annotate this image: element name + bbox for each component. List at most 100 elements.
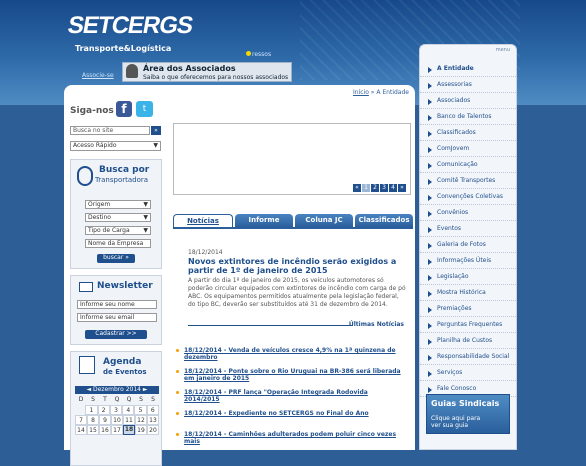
banner-pagination: « 1 2 3 4 » xyxy=(353,184,406,192)
tipo-carga-select[interactable]: Tipo de Carga ▼ xyxy=(85,226,151,235)
sidebar-item-a-entidade[interactable]: A Entidade xyxy=(420,61,516,77)
sidebar-item-planilha[interactable]: Planilha de Custos xyxy=(420,333,516,349)
calendar-day[interactable]: 6 xyxy=(146,405,159,415)
sidebar-menu: menu A Entidade Assessorias Associados B… xyxy=(419,44,517,450)
calendar-day[interactable]: 3 xyxy=(109,405,123,415)
calendar-day[interactable]: 19 xyxy=(135,425,147,435)
ingressos-link[interactable]: ressos xyxy=(246,51,271,58)
agenda-box: Agenda de Eventos ◄ Dezembro 2014 ► DSTQ… xyxy=(70,351,162,466)
pagination-page[interactable]: 2 xyxy=(371,184,379,192)
associe-se-link[interactable]: Associe-se xyxy=(82,72,114,79)
calendar-day[interactable]: 4 xyxy=(122,405,135,415)
sidebar-item-galeria[interactable]: Galeria de Fotos xyxy=(420,237,516,253)
sidebar-item-assessorias[interactable]: Assessorias xyxy=(420,77,516,93)
calendar-day[interactable]: 10 xyxy=(111,415,123,425)
calendar-day xyxy=(75,405,85,415)
destino-select[interactable]: Destino ▼ xyxy=(85,213,151,222)
chevron-down-icon: ▼ xyxy=(143,201,148,208)
quick-access-select[interactable]: Acesso Rápido ▼ xyxy=(70,141,161,151)
calendar-day[interactable]: 11 xyxy=(123,415,135,425)
calendar-day[interactable]: 9 xyxy=(99,415,111,425)
news-item[interactable]: 18/12/2014 - Venda de veículos cresce 4,… xyxy=(175,347,405,368)
empresa-input[interactable]: Nome da Empresa xyxy=(85,239,151,248)
sidebar-item-classificados[interactable]: Classificados xyxy=(420,125,516,141)
search-input[interactable]: Busca no site xyxy=(70,126,150,135)
tab-noticias[interactable]: Notícias xyxy=(173,214,233,227)
cadastrar-button[interactable]: Cadastrar >> xyxy=(85,330,147,339)
tab-coluna-jc[interactable]: Coluna JC xyxy=(295,214,353,227)
calendar-icon xyxy=(79,356,95,374)
breadcrumb-current: A Entidade xyxy=(376,89,409,96)
person-icon xyxy=(126,64,138,78)
calendar-day[interactable]: 1 xyxy=(85,405,98,415)
next-month-icon[interactable]: ► xyxy=(143,386,148,393)
featured-news: 18/12/2014 Novos extintores de incêndio … xyxy=(188,249,408,309)
calendar-day[interactable]: 7 xyxy=(75,415,87,425)
transportadora-title: Busca por xyxy=(99,165,150,175)
sidebar-item-premiacoes[interactable]: Premiações xyxy=(420,301,516,317)
newsletter-title: Newsletter xyxy=(97,281,153,291)
search-button[interactable]: » xyxy=(151,126,161,135)
guias-title: Guias Sindicais xyxy=(431,399,500,408)
origem-label: Origem xyxy=(88,201,111,208)
sidebar-item-comjovem[interactable]: ComJovem xyxy=(420,141,516,157)
calendar-day[interactable]: 8 xyxy=(87,415,99,425)
sidebar-item-responsabilidade[interactable]: Responsabilidade Social xyxy=(420,349,516,365)
calendar-day[interactable]: 17 xyxy=(111,425,123,435)
newsletter-name-input[interactable]: Informe seu nome xyxy=(77,300,157,309)
pagination-last[interactable]: » xyxy=(398,184,406,192)
news-item[interactable]: 18/12/2014 - PRF lança "Operação Integra… xyxy=(175,389,405,410)
sidebar-item-comunicacao[interactable]: Comunicação xyxy=(420,157,516,173)
dot-icon xyxy=(246,51,251,56)
guias-sindicais-banner[interactable]: Guias Sindicais Clique aqui para ver sua … xyxy=(426,394,510,434)
tab-informe[interactable]: Informe xyxy=(235,214,293,227)
calendar-week: 7 8 9 10 11 12 13 xyxy=(75,415,159,425)
news-item[interactable]: 18/12/2014 - Ponte sobre o Rio Uruguai n… xyxy=(175,368,405,389)
sidebar-item-perguntas[interactable]: Perguntas Frequentes xyxy=(420,317,516,333)
pagination-page[interactable]: 4 xyxy=(389,184,397,192)
guias-subtitle: Clique aqui para ver sua guia xyxy=(431,415,480,429)
prev-month-icon[interactable]: ◄ xyxy=(86,386,91,393)
sidebar-item-convenios[interactable]: Convênios xyxy=(420,205,516,221)
buscar-button[interactable]: buscar » xyxy=(97,254,135,263)
sidebar-item-banco-talentos[interactable]: Banco de Talentos xyxy=(420,109,516,125)
guias-sub1: Clique aqui para xyxy=(431,415,481,422)
sidebar-item-informacoes[interactable]: Informações Úteis xyxy=(420,253,516,269)
news-item[interactable]: 18/12/2014 - Caminhões adulterados podem… xyxy=(175,431,405,452)
pagination-page[interactable]: 1 xyxy=(362,184,370,192)
ultimas-noticias-label: Últimas Notícias xyxy=(348,321,404,328)
news-item[interactable]: 18/12/2014 - Expediente no SETCERGS no F… xyxy=(175,410,405,431)
calendar-day[interactable]: 15 xyxy=(87,425,99,435)
origem-select[interactable]: Origem ▼ xyxy=(85,200,151,209)
main-content: Início » A Entidade Siga-nos f t Busca n… xyxy=(64,85,415,466)
banner-slideshow[interactable]: « 1 2 3 4 » xyxy=(173,123,411,195)
area-associados-banner[interactable]: Área dos Associados Saiba o que oferecem… xyxy=(122,62,292,82)
calendar-day[interactable]: 12 xyxy=(135,415,147,425)
pagination-page[interactable]: 3 xyxy=(380,184,388,192)
quick-access-label: Acesso Rápido xyxy=(73,142,117,149)
pagination-first[interactable]: « xyxy=(353,184,361,192)
agenda-title: Agenda xyxy=(103,357,142,367)
facebook-icon[interactable]: f xyxy=(116,101,132,117)
calendar-day[interactable]: 16 xyxy=(99,425,111,435)
calendar-day[interactable]: 5 xyxy=(134,405,147,415)
news-title[interactable]: Novos extintores de incêndio serão exigi… xyxy=(188,257,408,275)
breadcrumb-home[interactable]: Início xyxy=(353,89,369,96)
sidebar-item-mostra[interactable]: Mostra Histórica xyxy=(420,285,516,301)
calendar-day[interactable]: 13 xyxy=(147,415,159,425)
ultimas-noticias-header: Últimas Notícias xyxy=(188,321,404,329)
logo[interactable]: SETCERGS xyxy=(66,12,195,40)
sidebar-item-legislacao[interactable]: Legislação xyxy=(420,269,516,285)
tab-classificados[interactable]: Classificados xyxy=(355,214,413,227)
calendar-day[interactable]: 20 xyxy=(147,425,159,435)
newsletter-email-input[interactable]: Informe seu email xyxy=(77,313,157,322)
twitter-icon[interactable]: t xyxy=(136,101,153,117)
sidebar-item-servicos[interactable]: Serviços xyxy=(420,365,516,381)
sidebar-item-eventos[interactable]: Eventos xyxy=(420,221,516,237)
sidebar-item-convencoes[interactable]: Convenções Coletivas xyxy=(420,189,516,205)
sidebar-item-associados[interactable]: Associados xyxy=(420,93,516,109)
calendar-day[interactable]: 2 xyxy=(97,405,110,415)
sidebar-item-comite-transportes[interactable]: Comitê Transportes xyxy=(420,173,516,189)
calendar-day[interactable]: 14 xyxy=(75,425,87,435)
calendar-day-selected[interactable]: 18 xyxy=(123,425,135,435)
